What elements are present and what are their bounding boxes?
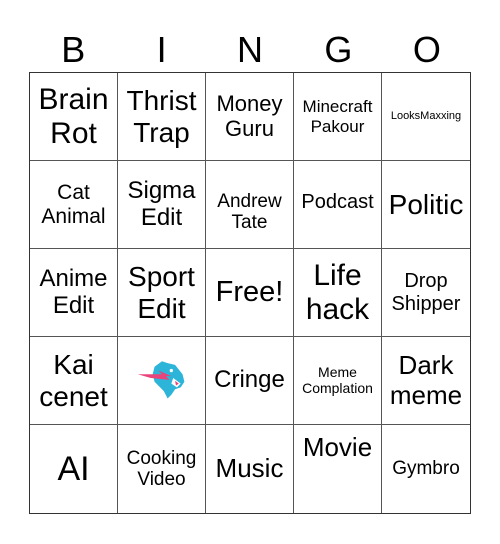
bingo-cell[interactable]: LooksMaxxing	[382, 73, 470, 161]
bingo-card: Brain Rot Thrist Trap Money Guru Minecra…	[29, 72, 471, 514]
header-letter-i: I	[156, 29, 167, 70]
bingo-cell[interactable]: Sigma Edit	[118, 161, 206, 249]
bingo-cell[interactable]: Thrist Trap	[118, 73, 206, 161]
bingo-cell[interactable]: Minecraft Pakour	[294, 73, 382, 161]
bingo-cell[interactable]: Cat Animal	[30, 161, 118, 249]
header-letter-b: B	[61, 29, 86, 70]
bingo-cell[interactable]: Movie	[294, 425, 382, 513]
bingo-cell[interactable]: Meme Complation	[294, 337, 382, 425]
mrbeast-panther-logo-icon	[134, 350, 190, 411]
bingo-cell[interactable]: Cooking Video	[118, 425, 206, 513]
bingo-cell[interactable]: Sport Edit	[118, 249, 206, 337]
bingo-cell[interactable]: Andrew Tate	[206, 161, 294, 249]
bingo-cell[interactable]: Podcast	[294, 161, 382, 249]
bingo-cell[interactable]: Gymbro	[382, 425, 470, 513]
bingo-cell[interactable]: Politic	[382, 161, 470, 249]
header-letter-n: N	[237, 29, 264, 70]
bingo-cell[interactable]: Anime Edit	[30, 249, 118, 337]
bingo-cell[interactable]: AI	[30, 425, 118, 513]
bingo-cell[interactable]: Dark meme	[382, 337, 470, 425]
bingo-cell[interactable]: Brain Rot	[30, 73, 118, 161]
bingo-cell[interactable]: Drop Shipper	[382, 249, 470, 337]
bingo-cell[interactable]: Money Guru	[206, 73, 294, 161]
bingo-header: B I N G O	[29, 28, 471, 72]
bingo-cell-logo[interactable]	[118, 337, 206, 425]
header-letter-o: O	[412, 29, 441, 70]
bingo-cell[interactable]: Kai cenet	[30, 337, 118, 425]
bingo-cell[interactable]: Music	[206, 425, 294, 513]
free-space-cell[interactable]: Free!	[206, 249, 294, 337]
bingo-cell[interactable]: Cringe	[206, 337, 294, 425]
bingo-cell[interactable]: Life hack	[294, 249, 382, 337]
header-letter-g: G	[324, 29, 353, 70]
